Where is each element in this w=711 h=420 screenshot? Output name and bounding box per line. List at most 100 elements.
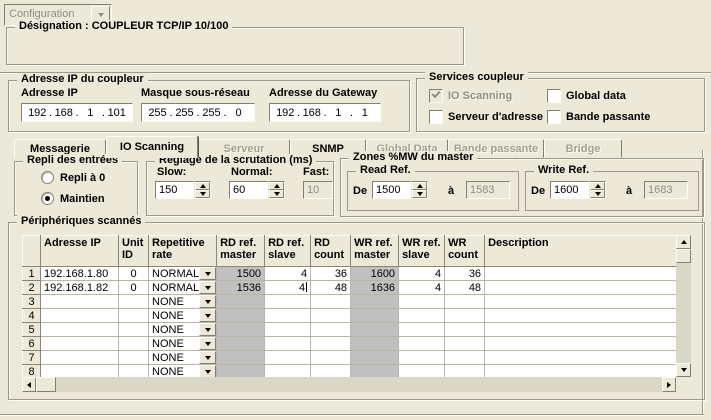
table-cell[interactable] [311,323,351,337]
table-cell[interactable] [445,323,485,337]
table-cell[interactable] [41,337,119,351]
normal-spinbox[interactable]: 60 [229,181,285,199]
table-cell[interactable]: NORMAL [149,267,217,281]
table-cell[interactable]: NONE [149,295,217,309]
radio-repli-a-0[interactable]: Repli à 0 [41,171,105,184]
table-cell[interactable] [445,295,485,309]
table-cell[interactable] [351,337,399,351]
checkbox-serveur-adresse-box[interactable] [429,110,443,124]
table-cell[interactable] [119,351,149,365]
radio-maintien[interactable]: Maintien [41,192,105,205]
table-cell[interactable]: 0 [119,267,149,281]
spin-down-icon[interactable] [269,190,284,198]
table-cell[interactable]: NONE [149,337,217,351]
row-header[interactable]: 7 [23,351,41,365]
table-cell[interactable] [119,337,149,351]
table-cell[interactable] [351,351,399,365]
radio-circle-icon[interactable] [41,171,54,184]
checkbox-global-data-box[interactable] [547,89,561,103]
ip-octet[interactable]: 1 [354,107,377,119]
ip-octet[interactable]: 168 [53,107,76,119]
table-cell[interactable] [41,323,119,337]
row-header[interactable]: 3 [23,295,41,309]
ip-octet[interactable]: 168 [301,107,324,119]
radio-circle-icon[interactable] [41,192,54,205]
spin-up-icon[interactable] [590,182,605,190]
table-cell[interactable] [399,309,445,323]
ip-octet[interactable]: 101 [106,107,129,119]
table-cell[interactable]: 4 [265,267,311,281]
rate-dropdown-button[interactable] [199,295,216,308]
table-cell[interactable]: 192.168.1.80 [41,267,119,281]
table-cell[interactable] [399,323,445,337]
slow-spinbox[interactable]: 150 [155,181,211,199]
table-cell[interactable]: 1600 [351,267,399,281]
table-cell[interactable] [351,323,399,337]
table-cell[interactable] [311,337,351,351]
read-ref-from-spinbox[interactable]: 1500 [372,181,428,199]
spin-up-icon[interactable] [269,182,284,190]
scroll-up-icon[interactable] [676,235,691,249]
ip-octet[interactable]: 192 [274,107,297,119]
table-cell[interactable] [485,337,677,351]
rate-dropdown-button[interactable] [199,351,216,364]
spin-down-icon[interactable] [590,190,605,198]
row-header[interactable]: 5 [23,323,41,337]
table-cell[interactable] [41,295,119,309]
read-ref-from-value[interactable]: 1500 [372,181,411,199]
table-cell[interactable] [485,267,677,281]
table-cell[interactable] [485,309,677,323]
checkbox-bande-passante[interactable]: Bande passante [547,110,650,124]
table-cell[interactable] [265,337,311,351]
table-cell[interactable] [311,309,351,323]
ip-octet[interactable]: 192 [26,107,49,119]
row-header[interactable]: 1 [23,267,41,281]
table-cell[interactable]: 1536 [217,281,265,295]
table-cell[interactable] [399,351,445,365]
vertical-scrollbar[interactable] [676,235,691,377]
table-cell[interactable]: 48 [445,281,485,295]
table-cell[interactable] [265,295,311,309]
checkbox-global-data[interactable]: Global data [547,89,626,103]
scroll-down-icon[interactable] [676,363,691,377]
table-cell[interactable] [265,323,311,337]
table-cell[interactable] [351,309,399,323]
checkbox-serveur-adresse[interactable]: Serveur d'adresse [429,110,543,124]
table-cell[interactable]: NONE [149,351,217,365]
ip-octet[interactable]: 255 [200,107,223,119]
ip-octet[interactable]: 0 [227,107,250,119]
table-cell[interactable] [265,351,311,365]
ip-octet[interactable]: 255 [173,107,196,119]
table-cell[interactable] [217,351,265,365]
table-cell[interactable]: NONE [149,323,217,337]
tab-io-scanning[interactable]: IO Scanning [106,136,198,158]
table-cell[interactable]: 4 [399,281,445,295]
table-cell[interactable] [41,351,119,365]
table-cell[interactable]: 1500 [217,267,265,281]
table-cell[interactable] [485,281,677,295]
checkbox-bande-passante-box[interactable] [547,110,561,124]
table-cell[interactable] [119,309,149,323]
rate-dropdown-button[interactable] [199,281,216,294]
rate-dropdown-button[interactable] [199,309,216,322]
table-cell[interactable] [217,295,265,309]
write-ref-from-value[interactable]: 1600 [550,181,589,199]
ip-octet[interactable]: 255 [146,107,169,119]
table-cell[interactable] [485,323,677,337]
scroll-right-icon[interactable] [662,377,676,392]
table-cell[interactable] [351,295,399,309]
vertical-scrollbar-thumb[interactable] [676,249,691,263]
row-header[interactable]: 6 [23,337,41,351]
ip-octet[interactable]: 1 [327,107,350,119]
slow-value[interactable]: 150 [155,181,194,199]
subnet-mask-field[interactable]: 255. 255. 255. 0 [141,103,255,122]
horizontal-scrollbar-thumb[interactable] [36,377,56,392]
ip-address-field[interactable]: 192. 168. 1. 101 [21,103,133,122]
table-cell[interactable]: NONE [149,309,217,323]
table-cell[interactable]: 4 [265,281,311,295]
scroll-left-icon[interactable] [22,377,36,392]
horizontal-scrollbar[interactable] [22,377,676,392]
spin-down-icon[interactable] [412,190,427,198]
table-cell[interactable] [485,351,677,365]
row-header[interactable]: 4 [23,309,41,323]
